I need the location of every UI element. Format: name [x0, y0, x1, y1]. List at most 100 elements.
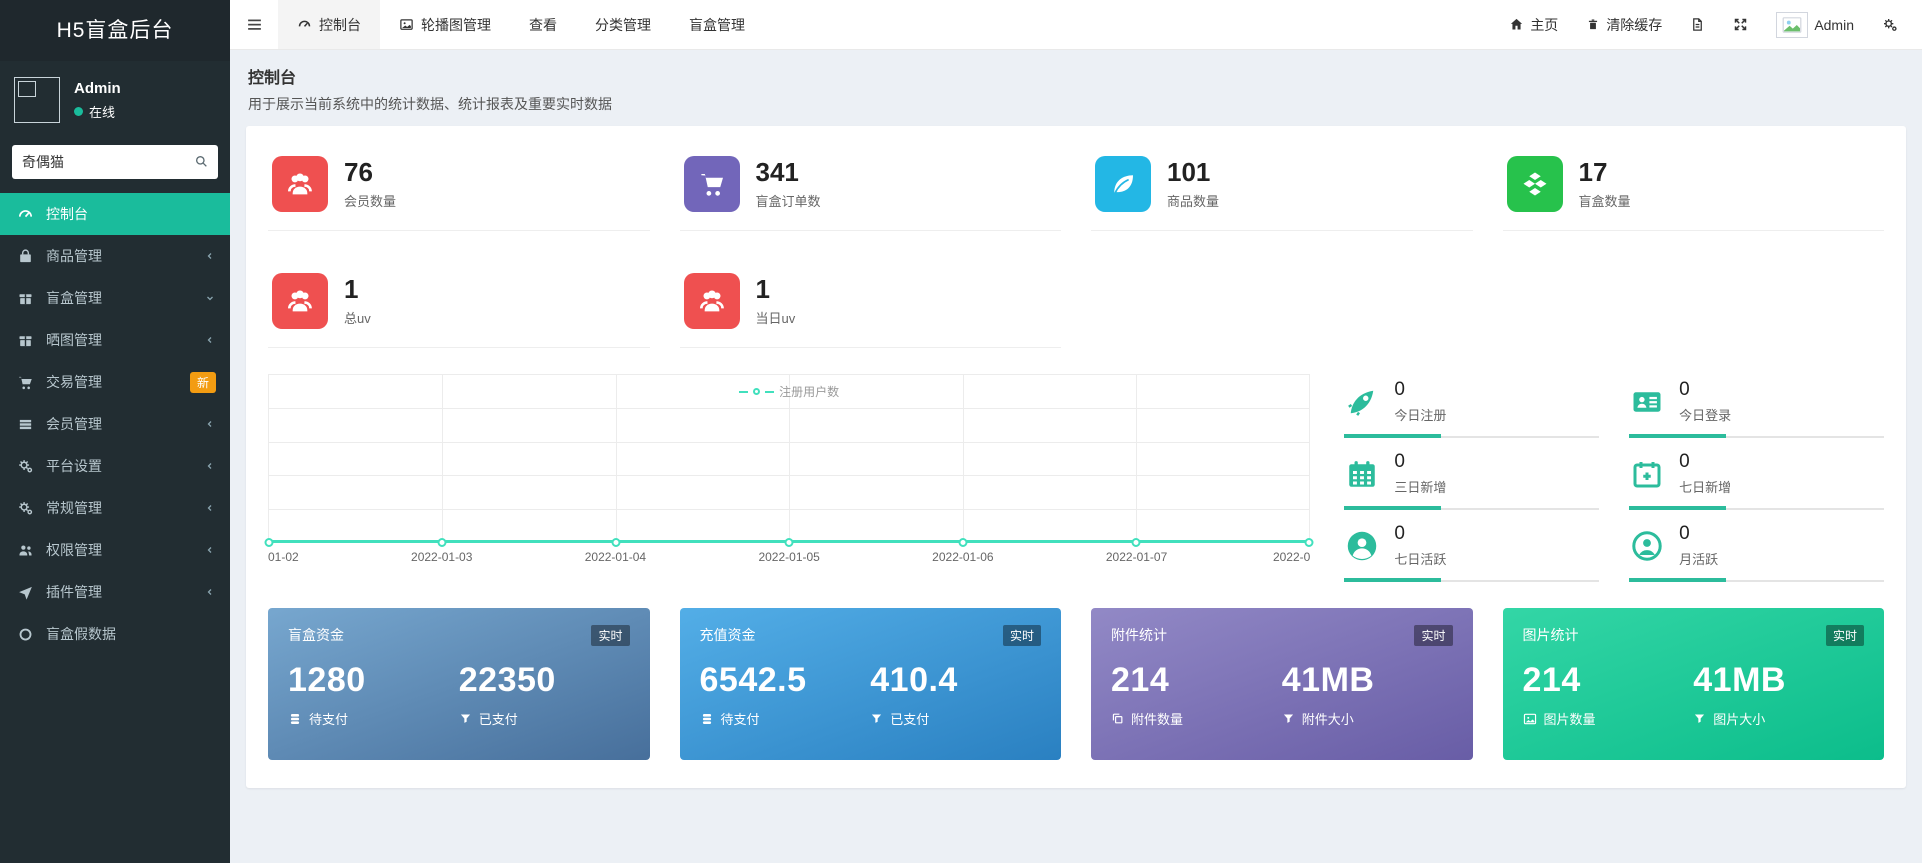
stat-card-members: 76 会员数量 — [268, 136, 650, 231]
tab-view[interactable]: 查看 — [510, 0, 576, 49]
x-tick: 01-02 — [268, 550, 299, 564]
sidebar-item-plugins[interactable]: 插件管理 — [0, 571, 230, 613]
hamburger-icon[interactable] — [230, 0, 278, 49]
stat-value: 1 — [755, 274, 770, 305]
stat-label: 盲盒数量 — [1578, 193, 1631, 209]
sidebar-item-trade[interactable]: 交易管理 新 — [0, 361, 230, 403]
mini-stat-7day-new: 0 七日新增 — [1629, 450, 1884, 510]
chevron-down-icon — [204, 292, 216, 304]
x-tick: 2022-01-07 — [1105, 550, 1168, 564]
mini-stat-value: 0 — [1679, 450, 1690, 472]
nav-tabs: 控制台 轮播图管理 查看 分类管理 盲盒管理 — [278, 0, 764, 49]
stat-label: 总uv — [344, 310, 371, 326]
mini-stat-value: 0 — [1394, 379, 1405, 400]
funnel-icon — [1693, 712, 1706, 725]
user-menu[interactable]: Admin — [1764, 0, 1866, 49]
sidebar-search-input[interactable] — [12, 145, 218, 179]
stat-card-orders: 341 盲盒订单数 — [679, 136, 1061, 231]
rocket-icon — [1344, 380, 1380, 420]
sidebar-item-label: 平台设置 — [46, 458, 102, 474]
sidebar-item-platform-settings[interactable]: 平台设置 — [0, 445, 230, 487]
gauge-icon — [297, 17, 312, 32]
sidebar-item-label: 常规管理 — [46, 500, 102, 516]
mini-stat-bar — [1629, 433, 1884, 438]
realtime-badge: 实时 — [1414, 624, 1453, 646]
cart-icon — [683, 156, 740, 212]
x-tick: 2022-01-06 — [932, 550, 994, 564]
summary-card-images: 图片统计 实时 214 图片数量 41MB 图片大小 — [1502, 607, 1884, 760]
funnel-icon — [870, 712, 883, 725]
home-icon — [1509, 17, 1524, 32]
chart-point — [437, 538, 447, 547]
chevron-left-icon — [204, 250, 216, 262]
legend-label: 注册用户数 — [779, 385, 840, 399]
sidebar-item-goods[interactable]: 商品管理 — [0, 235, 230, 277]
leaf-icon — [1095, 156, 1151, 212]
chevron-left-icon — [204, 544, 216, 556]
users-icon — [272, 273, 328, 329]
stat-cards-row-1: 76 会员数量 341 盲盒订单数 101 商品数量 17 盲盒数量 — [268, 136, 1884, 231]
user-avatar[interactable] — [14, 77, 60, 123]
sidebar-item-label: 插件管理 — [46, 584, 102, 600]
mini-stat-value: 0 — [1679, 379, 1690, 400]
sidebar-item-label: 盲盒管理 — [46, 290, 102, 306]
sidebar-item-permissions[interactable]: 权限管理 — [0, 529, 230, 571]
summary-title: 图片统计 — [1522, 626, 1579, 643]
chart-legend[interactable]: 注册用户数 — [739, 383, 839, 400]
summary-value: 214 — [1111, 660, 1170, 699]
sidebar-item-general[interactable]: 常规管理 — [0, 487, 230, 529]
sidebar-item-label: 控制台 — [46, 206, 88, 222]
sidebar-item-photos[interactable]: 晒图管理 — [0, 319, 230, 361]
mini-stat-bar — [1344, 433, 1600, 438]
stat-value: 1 — [344, 274, 359, 305]
tab-dashboard[interactable]: 控制台 — [278, 0, 380, 49]
stat-value: 101 — [1167, 157, 1211, 188]
chevron-left-icon — [204, 334, 216, 346]
fullscreen-button[interactable] — [1721, 0, 1760, 49]
calendar-icon — [1344, 452, 1380, 492]
settings-button[interactable] — [1870, 0, 1910, 49]
stat-label: 盲盒订单数 — [755, 193, 821, 209]
mini-stat-value: 0 — [1679, 522, 1690, 544]
mini-stat-label: 今日登录 — [1679, 407, 1732, 423]
clone-icon — [1111, 712, 1124, 725]
users-icon — [272, 156, 328, 212]
brand-title: H5盲盒后台 — [0, 0, 230, 61]
nav-right: 主页 清除缓存 Admin — [1497, 0, 1922, 49]
summary-card-recharge-funds: 充值资金 实时 6542.5 待支付 410.4 已支付 — [679, 607, 1061, 760]
clear-cache-button[interactable]: 清除缓存 — [1574, 0, 1674, 49]
chart-point — [264, 538, 274, 547]
gauge-icon — [14, 206, 36, 223]
funnel-icon — [459, 712, 472, 725]
stat-label: 商品数量 — [1167, 193, 1220, 209]
mini-stats-grid: 0 今日注册 0 今日登录 0 三日新增 0 七日新增 0 七日活跃 0 月活跃 — [1344, 374, 1884, 582]
summary-title: 附件统计 — [1111, 626, 1167, 643]
summary-value: 1280 — [288, 660, 366, 699]
mini-stat-bar — [1344, 577, 1600, 582]
sidebar-item-label: 交易管理 — [46, 374, 102, 390]
file-icon — [1690, 17, 1705, 32]
sidebar-item-members[interactable]: 会员管理 — [0, 403, 230, 445]
summary-sub-label: 图片大小 — [1713, 712, 1766, 728]
sidebar-item-fake-data[interactable]: 盲盒假数据 — [0, 613, 230, 655]
language-button[interactable] — [1678, 0, 1717, 49]
tab-blindbox[interactable]: 盲盒管理 — [670, 0, 764, 49]
sidebar-item-blindbox[interactable]: 盲盒管理 — [0, 277, 230, 319]
home-link[interactable]: 主页 — [1497, 0, 1570, 49]
search-icon[interactable] — [193, 153, 209, 169]
sidebar-item-dashboard[interactable]: 控制台 — [0, 193, 230, 235]
realtime-badge: 实时 — [1002, 624, 1041, 646]
tab-categories[interactable]: 分类管理 — [576, 0, 670, 49]
summary-value: 41MB — [1281, 660, 1375, 699]
tab-carousel[interactable]: 轮播图管理 — [380, 0, 510, 49]
x-tick: 2022-01-04 — [584, 550, 647, 564]
sidebar-item-label: 权限管理 — [46, 542, 102, 558]
chevron-left-icon — [204, 586, 216, 598]
x-tick: 2022-01-05 — [758, 550, 820, 564]
new-badge: 新 — [189, 371, 216, 393]
username-label: Admin — [1814, 16, 1854, 33]
summary-sub-label: 图片数量 — [1543, 712, 1596, 728]
summary-sub-label: 待支付 — [309, 712, 349, 728]
sidebar-search — [12, 145, 218, 179]
chart-section: 注册用户数 01-02 2022-01-03 2022-01-04 2022-0… — [264, 348, 1884, 582]
